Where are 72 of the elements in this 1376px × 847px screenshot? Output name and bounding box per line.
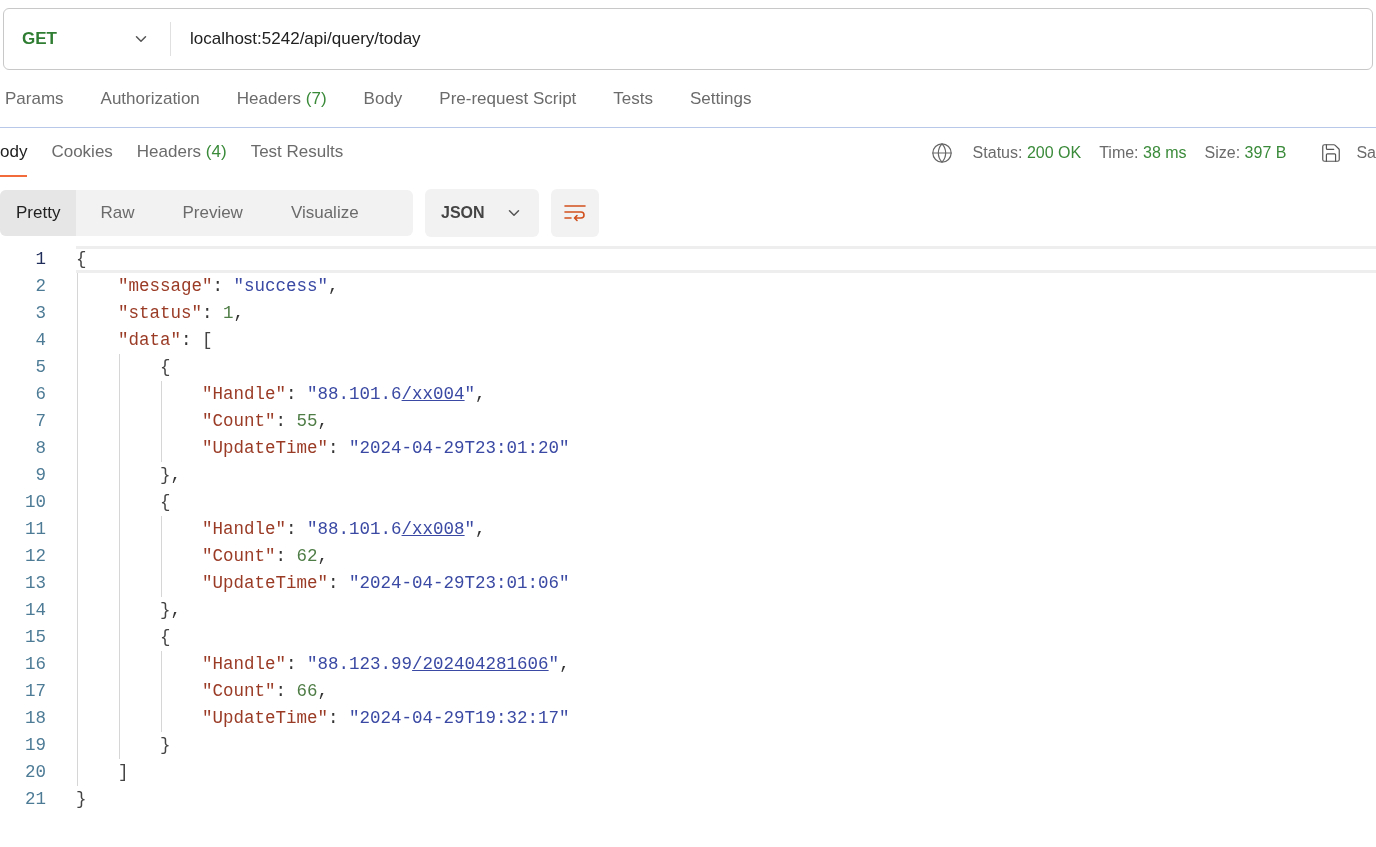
wrap-button[interactable] — [551, 189, 599, 237]
code-line: "UpdateTime": "2024-04-29T23:01:06" — [202, 572, 570, 596]
code-line: "Handle": "88.101.6/xx004", — [202, 383, 486, 407]
code-line: } — [160, 734, 171, 758]
request-tab[interactable]: Pre-request Script — [439, 85, 577, 112]
link[interactable]: /xx004 — [401, 384, 465, 405]
code-line: "UpdateTime": "2024-04-29T19:32:17" — [202, 707, 570, 731]
code-line: "data": [ — [118, 329, 213, 353]
response-tab[interactable]: Headers (4) — [136, 128, 227, 177]
request-tab[interactable]: Params — [5, 85, 64, 112]
line-number: 8 — [34, 437, 46, 461]
line-number: 9 — [34, 464, 46, 488]
line-number: 13 — [24, 572, 46, 596]
line-number: 4 — [34, 329, 46, 353]
code-line: "Handle": "88.123.99/202404281606", — [202, 653, 570, 677]
line-number: 5 — [34, 356, 46, 380]
view-mode-tab[interactable]: Visualize — [266, 190, 383, 236]
line-number: 16 — [24, 653, 46, 677]
response-tab[interactable]: ody — [0, 128, 28, 177]
request-tab[interactable]: Settings — [690, 85, 752, 112]
code-line: }, — [160, 599, 182, 623]
code-line: "UpdateTime": "2024-04-29T23:01:20" — [202, 437, 570, 461]
code-line: { — [160, 356, 171, 380]
line-number: 18 — [24, 707, 46, 731]
line-number: 6 — [34, 383, 46, 407]
link[interactable]: /202404281606 — [412, 654, 549, 675]
line-number: 21 — [24, 788, 46, 812]
code-line: "Count": 62, — [202, 545, 329, 569]
response-tab[interactable]: Test Results — [250, 128, 344, 177]
code-line: { — [160, 626, 171, 650]
code-line: "message": "success", — [118, 275, 339, 299]
code-line: { — [76, 248, 87, 272]
code-line: "Handle": "88.101.6/xx008", — [202, 518, 486, 542]
wrap-lines-icon — [563, 203, 587, 223]
save-icon — [1320, 141, 1343, 164]
line-number: 12 — [24, 545, 46, 569]
line-number: 19 — [24, 734, 46, 758]
request-tab[interactable]: Tests — [613, 85, 654, 112]
code-line: { — [160, 491, 171, 515]
code-line: }, — [160, 464, 182, 488]
line-number: 17 — [24, 680, 46, 704]
response-stat: Size: 397 B — [1204, 142, 1287, 163]
request-bar[interactable]: GET localhost:5242/api/query/today — [3, 8, 1373, 70]
line-number: 2 — [34, 275, 46, 299]
code-line: ] — [118, 761, 129, 785]
line-number: 20 — [24, 761, 46, 785]
code-line: "Count": 66, — [202, 680, 329, 704]
line-number: 3 — [34, 302, 46, 326]
globe-icon — [930, 141, 953, 164]
response-stat: Status: 200 OK — [972, 142, 1082, 163]
method-select[interactable]: GET — [4, 26, 170, 52]
request-tab[interactable]: Body — [363, 85, 403, 112]
line-number: 15 — [24, 626, 46, 650]
code-line: "Count": 55, — [202, 410, 329, 434]
url-field[interactable]: localhost:5242/api/query/today — [190, 26, 1372, 52]
save-label: Sa — [1356, 142, 1376, 163]
view-mode-tab[interactable]: Raw — [76, 190, 159, 236]
line-number: 10 — [24, 491, 46, 515]
format-select[interactable]: JSON — [425, 189, 539, 237]
code-line: "status": 1, — [118, 302, 245, 326]
response-tab[interactable]: Cookies — [51, 128, 113, 177]
request-tab[interactable]: Authorization — [100, 85, 200, 112]
view-mode-tab[interactable]: Preview — [158, 190, 267, 236]
view-mode-tab[interactable]: Pretty — [0, 190, 77, 236]
line-number: 7 — [34, 410, 46, 434]
request-tab[interactable]: Headers (7) — [236, 85, 327, 112]
line-number: 11 — [24, 518, 46, 542]
response-stat: Time: 38 ms — [1099, 142, 1187, 163]
link[interactable]: /xx008 — [401, 519, 465, 540]
line-number: 1 — [34, 248, 46, 272]
code-line: } — [76, 788, 87, 812]
line-number: 14 — [24, 599, 46, 623]
